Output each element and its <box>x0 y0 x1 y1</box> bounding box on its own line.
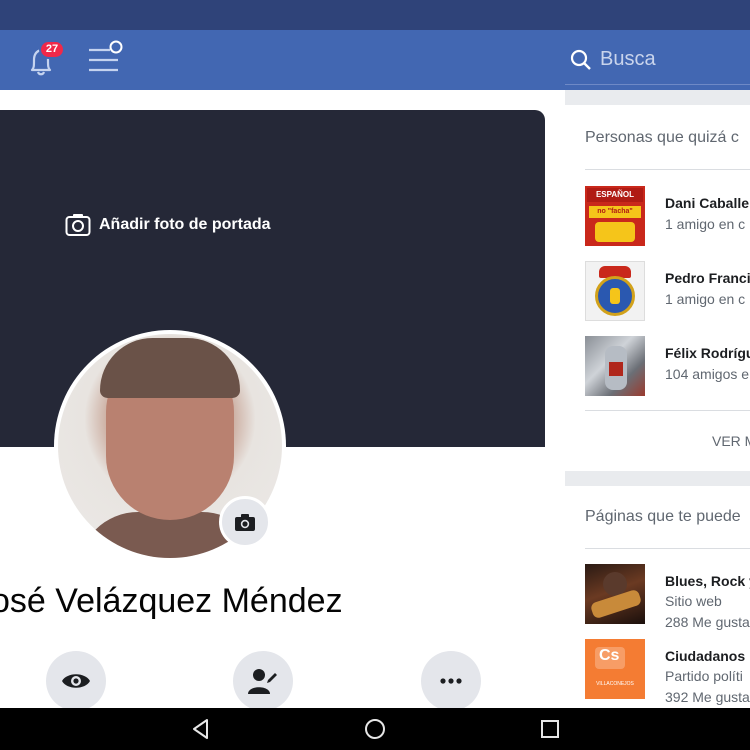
notification-count-badge: 27 <box>39 40 65 59</box>
status-bar <box>0 0 750 30</box>
menu-icon[interactable] <box>88 40 126 74</box>
page-name: Blues, Rock y <box>665 573 750 589</box>
recent-apps-icon[interactable] <box>538 717 562 741</box>
page-thumbnail <box>585 564 645 624</box>
edit-person-icon <box>248 669 277 694</box>
people-you-may-know-card: Personas que quizá c ESPAÑOL no "facha" … <box>565 105 750 471</box>
add-cover-photo-button[interactable]: Añadir foto de portada <box>65 213 271 237</box>
page-category: Partido políti <box>665 668 743 684</box>
person-thumbnail: ESPAÑOL no "facha" <box>585 186 645 246</box>
list-item[interactable]: Blues, Rock y Sitio web 288 Me gusta <box>585 564 750 630</box>
cs-logo-subtext: VILLACONEJOS <box>596 681 634 687</box>
thumbnail-text: ESPAÑOL <box>587 188 643 202</box>
mutual-friends: 104 amigos e <box>665 366 750 382</box>
camera-icon <box>235 513 255 531</box>
profile-panel: Añadir foto de portada osé Velázquez Mén… <box>0 90 565 708</box>
pages-you-may-like-card: Páginas que te puede Blues, Rock y Sitio… <box>565 486 750 708</box>
list-item[interactable]: Cs VILLACONEJOS Ciudadanos Partido polít… <box>585 639 750 705</box>
list-item[interactable]: Pedro Franci 1 amigo en c <box>585 261 750 321</box>
mutual-friends: 1 amigo en c <box>665 291 746 307</box>
person-name: Pedro Franci <box>665 270 750 286</box>
page-likes: 392 Me gusta <box>665 689 750 705</box>
person-name: Dani Caballe <box>665 195 750 211</box>
thumbnail-text: no "facha" <box>589 206 641 218</box>
more-icon <box>440 678 462 684</box>
divider <box>585 410 750 411</box>
add-cover-photo-label: Añadir foto de portada <box>99 216 271 233</box>
page-category: Sitio web <box>665 593 722 609</box>
see-more-link[interactable]: VER M <box>712 433 750 449</box>
change-profile-picture-button[interactable] <box>219 496 271 548</box>
search-bar[interactable]: Busca <box>565 33 750 85</box>
page-thumbnail: Cs VILLACONEJOS <box>585 639 645 699</box>
page-likes: 288 Me gusta <box>665 614 750 630</box>
edit-profile-button[interactable] <box>233 651 293 708</box>
person-thumbnail <box>585 261 645 321</box>
divider <box>585 548 750 549</box>
person-thumbnail <box>585 336 645 396</box>
back-icon[interactable] <box>189 717 213 741</box>
card-title: Páginas que te puede <box>585 508 741 525</box>
cs-logo-text: Cs <box>599 647 620 664</box>
eye-icon <box>62 674 90 688</box>
list-item[interactable]: ESPAÑOL no "facha" Dani Caballe 1 amigo … <box>585 186 750 246</box>
profile-name: osé Velázquez Méndez <box>0 582 343 620</box>
android-navigation-bar <box>0 708 750 750</box>
suggestions-column: Personas que quizá c ESPAÑOL no "facha" … <box>565 90 750 708</box>
list-item[interactable]: Félix Rodrígu 104 amigos e <box>585 336 750 396</box>
page-name: Ciudadanos <box>665 648 746 664</box>
card-title: Personas que quizá c <box>585 129 739 146</box>
person-name: Félix Rodrígu <box>665 345 750 361</box>
more-options-button[interactable] <box>421 651 481 708</box>
view-as-button[interactable] <box>46 651 106 708</box>
home-icon[interactable] <box>363 717 387 741</box>
divider <box>585 169 750 170</box>
mutual-friends: 1 amigo en c <box>665 216 746 232</box>
search-placeholder: Busca <box>600 48 656 70</box>
camera-icon <box>65 214 91 236</box>
search-icon <box>570 49 591 70</box>
